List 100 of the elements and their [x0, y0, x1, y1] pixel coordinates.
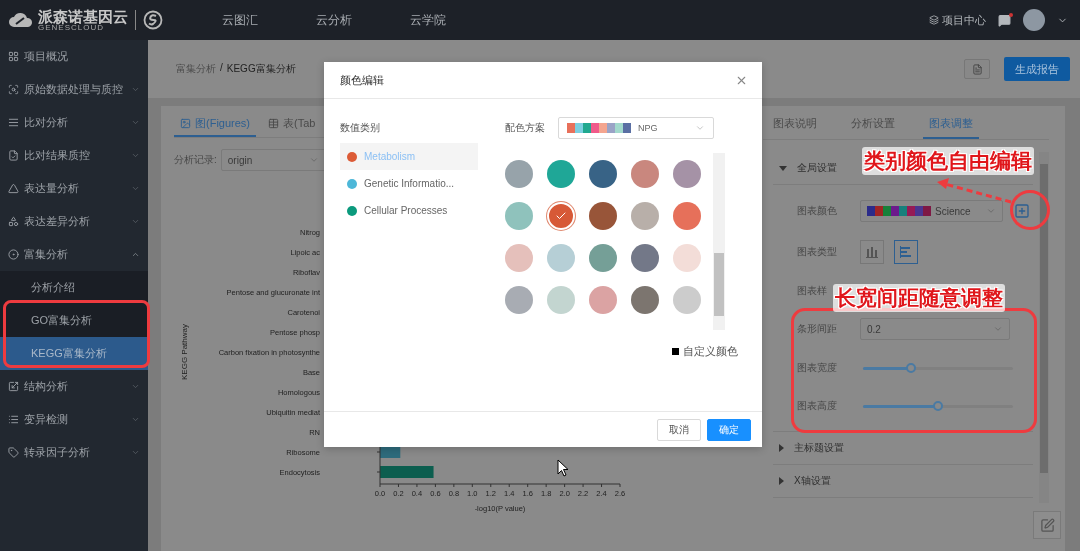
document-icon	[8, 150, 19, 161]
color-option[interactable]	[673, 244, 701, 272]
chevron-down-icon	[695, 123, 705, 133]
category-item[interactable]: Cellular Processes	[340, 197, 478, 224]
square-icon	[672, 348, 679, 355]
field-label: 图表颜色	[797, 204, 838, 218]
mouse-cursor-icon	[557, 459, 569, 477]
sidebar-item[interactable]: 转录因子分析	[0, 436, 148, 469]
image-icon	[180, 118, 191, 129]
cancel-button[interactable]: 取消	[657, 418, 701, 441]
spacing-select[interactable]: 0.2	[860, 318, 1010, 340]
field-label: 图表高度	[797, 399, 838, 413]
sidebar-item[interactable]: 项目概况	[0, 40, 148, 73]
lines-icon	[8, 117, 19, 128]
sidebar-item[interactable]: 比对结果质控	[0, 139, 148, 172]
circle-logo-icon	[143, 10, 163, 30]
sidebar-subitem[interactable]: 分析介绍	[0, 271, 148, 304]
bar-chart-button[interactable]	[894, 240, 918, 264]
column-chart-icon	[865, 245, 879, 259]
color-option[interactable]	[547, 286, 575, 314]
sidebar-item[interactable]: 比对分析	[0, 106, 148, 139]
scheme-select[interactable]: NPG	[558, 117, 714, 139]
triangle-icon	[8, 183, 19, 194]
scrollbar[interactable]	[1039, 152, 1049, 503]
color-strip-icon	[867, 206, 931, 216]
shapes-icon	[8, 216, 19, 227]
color-option[interactable]	[631, 244, 659, 272]
slider-thumb[interactable]	[906, 362, 916, 373]
section-heading: 数值类别	[340, 121, 381, 135]
list-icon	[8, 414, 19, 425]
message-icon[interactable]	[998, 13, 1011, 27]
color-option[interactable]	[589, 244, 617, 272]
slider[interactable]	[863, 404, 1013, 408]
annotation-text: 类别颜色自由编辑	[862, 147, 1034, 175]
palette-select[interactable]: Science	[860, 200, 1003, 222]
slider-thumb[interactable]	[933, 400, 943, 411]
sidebar-item[interactable]: 富集分析	[0, 238, 148, 271]
category-item[interactable]: Genetic Informatio...	[340, 170, 478, 197]
color-option[interactable]	[589, 202, 617, 230]
nav-link[interactable]: 云分析	[316, 11, 352, 29]
report-button[interactable]: 生成报告	[1004, 57, 1070, 81]
confirm-button[interactable]: 确定	[707, 418, 751, 441]
tag-icon	[8, 447, 19, 458]
record-select[interactable]: origin	[220, 149, 326, 171]
axis-title: KEGG Pathway	[180, 324, 189, 380]
color-option[interactable]	[547, 202, 575, 230]
nav-link[interactable]: 云图汇	[222, 11, 258, 29]
project-center-link[interactable]: 项目中心	[929, 12, 986, 28]
color-strip-icon	[567, 123, 631, 133]
circle-icon	[8, 249, 19, 260]
annotation-text: 长宽间距随意调整	[833, 284, 1005, 312]
color-option[interactable]	[631, 286, 659, 314]
check-icon	[555, 210, 567, 222]
resize-icon	[8, 381, 19, 392]
custom-color-link[interactable]: 自定义颜色	[683, 344, 738, 359]
color-option[interactable]	[505, 160, 533, 188]
table-icon	[268, 118, 279, 129]
avatar[interactable]	[1023, 9, 1045, 31]
layers-icon	[929, 15, 939, 25]
color-option[interactable]	[673, 286, 701, 314]
sidebar-item[interactable]: 原始数据处理与质控	[0, 73, 148, 106]
section-header[interactable]: 全局设置	[773, 152, 841, 184]
scrollbar[interactable]	[713, 153, 725, 330]
highlight-circle	[1010, 190, 1050, 230]
color-option[interactable]	[631, 202, 659, 230]
bar-chart-icon	[899, 245, 913, 259]
sidebar-item[interactable]: 表达量分析	[0, 172, 148, 205]
column-chart-button[interactable]	[860, 240, 884, 264]
grid-icon	[8, 51, 19, 62]
section-header[interactable]: X轴设置	[773, 465, 835, 497]
sidebar-item[interactable]: 变异检测	[0, 403, 148, 436]
sidebar-item[interactable]: 表达差异分析	[0, 205, 148, 238]
dialog-title: 颜色编辑	[340, 72, 384, 88]
color-option[interactable]	[505, 202, 533, 230]
nav-link[interactable]: 云学院	[410, 11, 446, 29]
sidebar-item[interactable]: 结构分析	[0, 370, 148, 403]
color-option[interactable]	[589, 286, 617, 314]
field-label: 图表宽度	[797, 361, 838, 375]
color-option[interactable]	[673, 202, 701, 230]
logo-text: 派森诺基因云	[38, 8, 128, 24]
section-header[interactable]: 主标题设置	[773, 432, 848, 464]
logo-subtext: GENESCLOUD	[38, 23, 104, 32]
color-option[interactable]	[505, 286, 533, 314]
edit-button[interactable]	[1033, 511, 1061, 539]
breadcrumb-separator: /	[220, 62, 223, 75]
color-option[interactable]	[547, 160, 575, 188]
sidebar-subitem[interactable]: GO富集分析	[0, 304, 148, 337]
document-button[interactable]	[964, 59, 990, 79]
color-option[interactable]	[589, 160, 617, 188]
field-label: 图表样	[797, 284, 828, 298]
color-option[interactable]	[631, 160, 659, 188]
breadcrumb-item: KEGG富集分析	[226, 62, 296, 76]
slider[interactable]	[863, 366, 1013, 370]
field-label: 配色方案	[505, 121, 545, 135]
color-option[interactable]	[505, 244, 533, 272]
color-option[interactable]	[673, 160, 701, 188]
color-option[interactable]	[547, 244, 575, 272]
document-icon	[971, 63, 983, 75]
magnifier-icon	[8, 84, 19, 95]
edit-icon	[1039, 517, 1055, 533]
